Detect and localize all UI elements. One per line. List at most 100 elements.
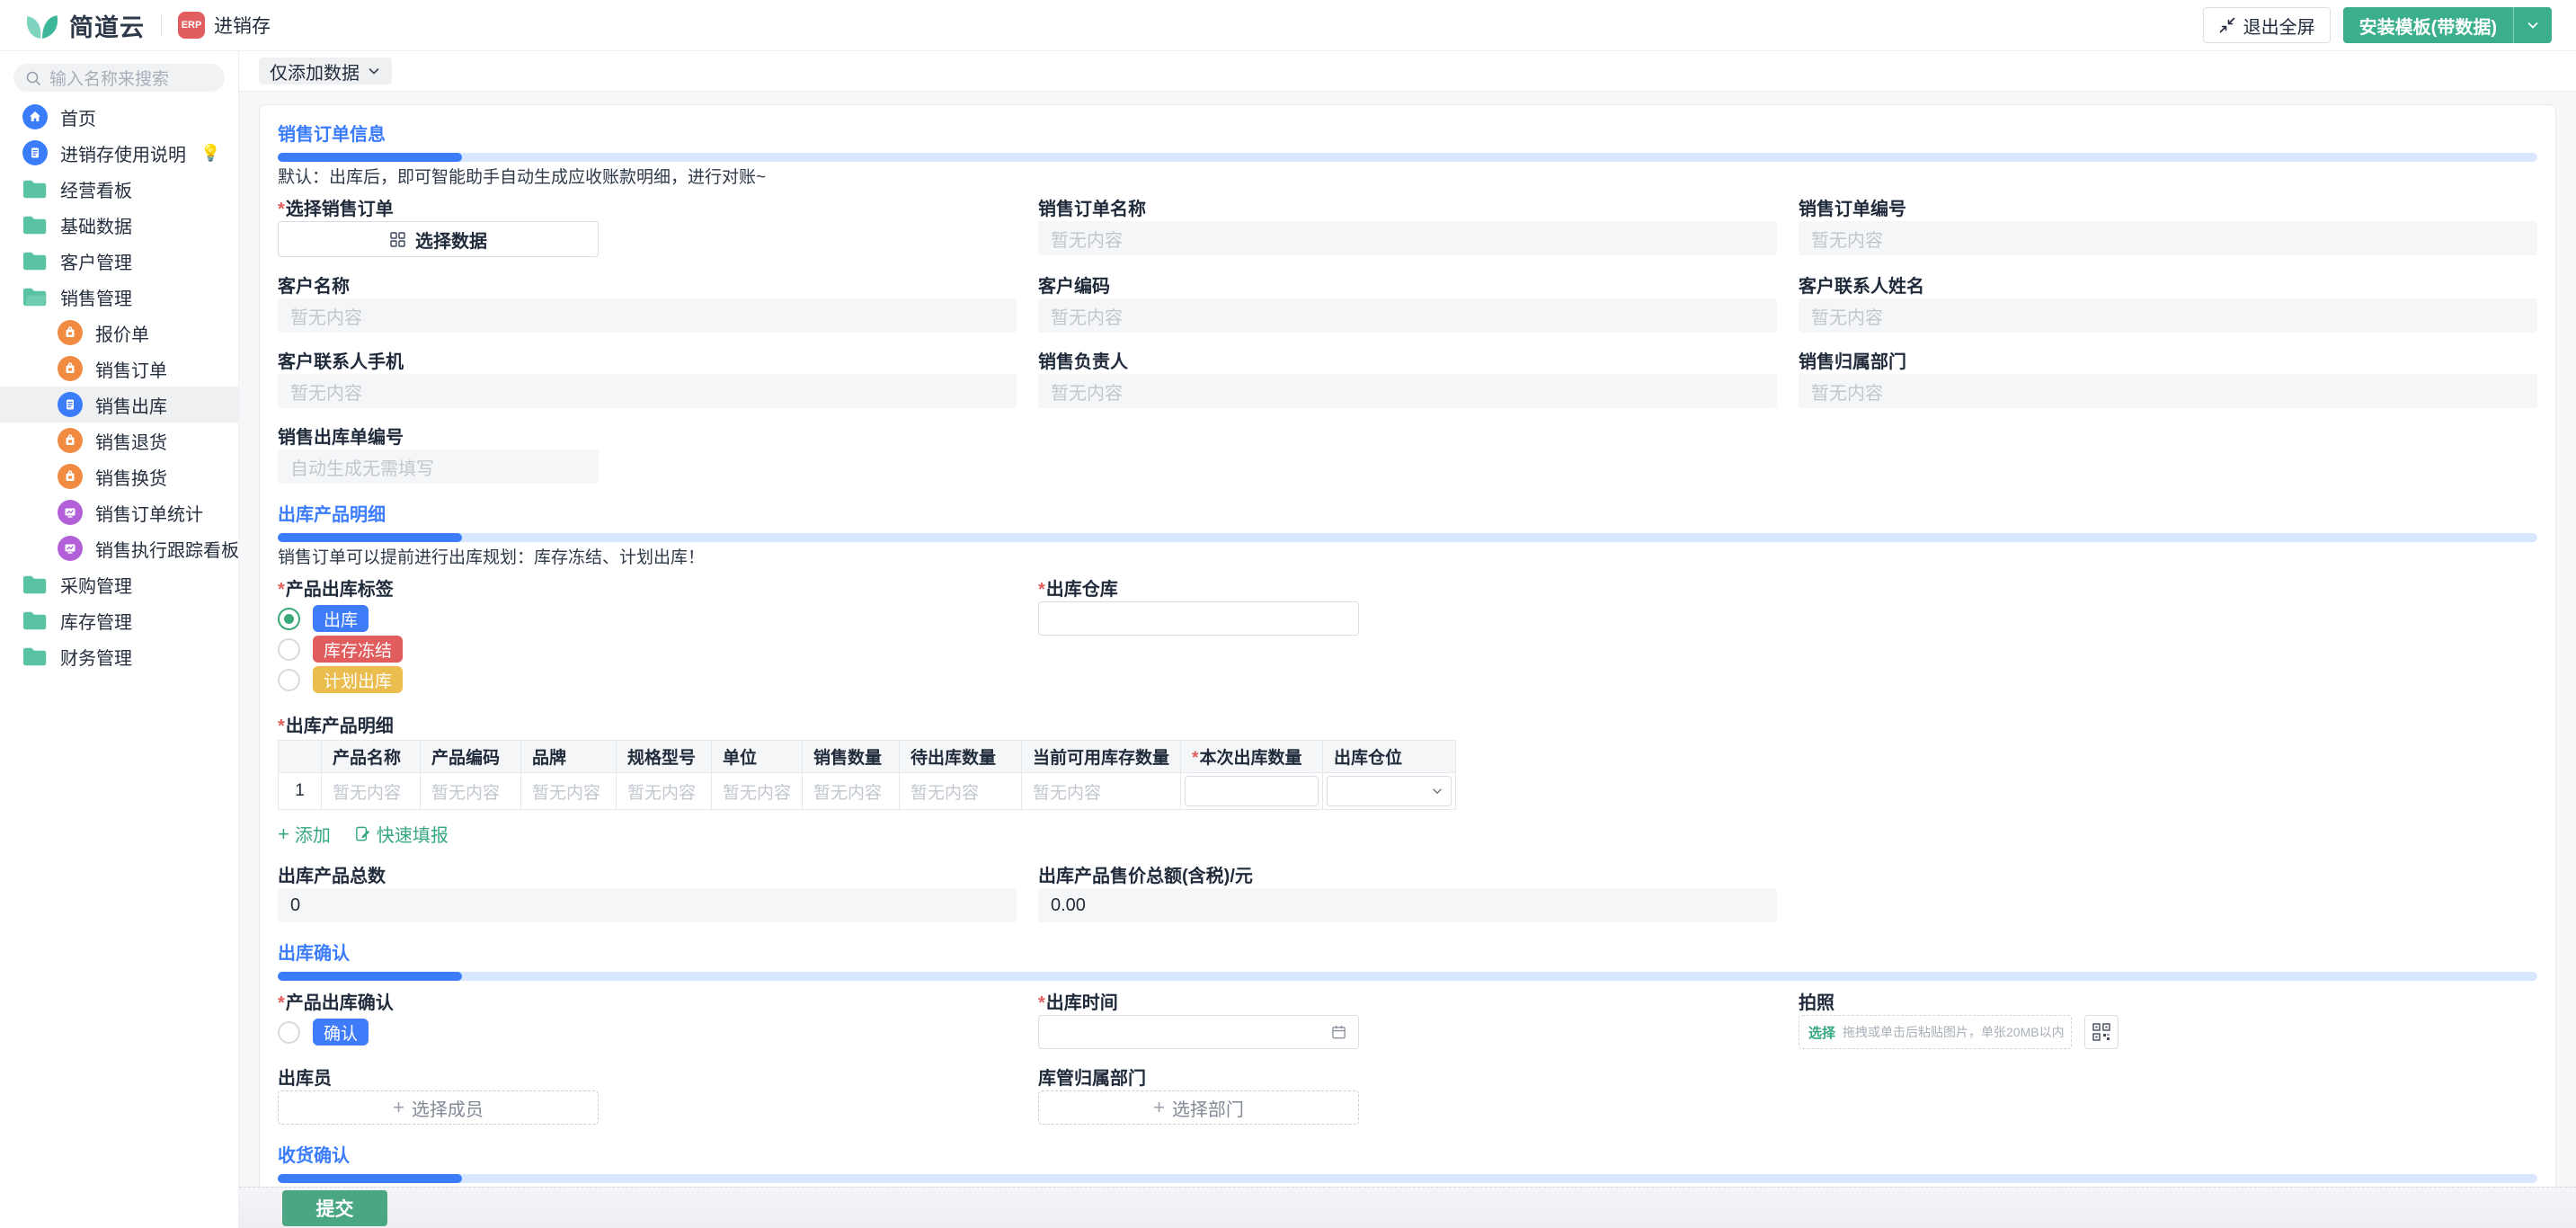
section-title: 收货确认: [278, 1146, 2537, 1167]
upload-hint: 拖拽或单击后粘贴图片，单张20MB以内: [1843, 1023, 2065, 1041]
order-name-input: 暂无内容: [1038, 221, 1777, 255]
sidebar-item-home[interactable]: 首页: [0, 99, 238, 135]
radio-option-outbound[interactable]: 出库: [278, 605, 1017, 632]
add-data-mode-button[interactable]: 仅添加数据: [259, 58, 392, 85]
field-customer-name: 客户名称 暂无内容: [278, 277, 1017, 333]
chart-dashboard-icon: [58, 536, 83, 561]
table-header-row: 产品名称 产品编码 品牌 规格型号 单位 销售数量 待出库数量 当前可用库存数量…: [279, 741, 1456, 773]
sidebar-item-order-stats[interactable]: 销售订单统计: [0, 494, 238, 530]
plus-icon: +: [1153, 1099, 1165, 1117]
outbound-time-input[interactable]: [1038, 1015, 1359, 1049]
folder-icon: [22, 646, 48, 666]
cell-pending-qty: 暂无内容: [900, 773, 1022, 810]
folder-icon: [22, 574, 48, 594]
submit-button[interactable]: 提交: [282, 1190, 387, 1226]
radio-unchecked-icon[interactable]: [278, 669, 300, 691]
qr-scan-button[interactable]: [2084, 1015, 2119, 1049]
sidebar-item-inventory-mgmt[interactable]: 库存管理: [0, 602, 238, 638]
sidebar-search-input[interactable]: 输入名称来搜索: [13, 64, 225, 92]
app-logo[interactable]: 简道云: [24, 8, 145, 43]
chevron-down-icon: [367, 64, 381, 78]
total-count-input: 0: [278, 888, 1017, 922]
cell-available-stock: 暂无内容: [1022, 773, 1181, 810]
field-order-no: 销售订单编号 暂无内容: [1799, 200, 2537, 257]
chevron-down-icon: [2526, 18, 2540, 32]
section-description: 默认：出库后，即可智能助手自动生成应收账款明细，进行对账~: [278, 169, 2537, 187]
cell-spec: 暂无内容: [617, 773, 712, 810]
radio-option-stock-freeze[interactable]: 库存冻结: [278, 636, 1017, 663]
field-outbound-check: 产品出库确认 确认: [278, 993, 1017, 1049]
total-amount-input: 0.00: [1038, 888, 1777, 922]
sidebar-item-business-dashboard[interactable]: 经营看板: [0, 171, 238, 207]
quick-fill-button[interactable]: 快速填报: [354, 821, 449, 847]
field-warehouse: 出库仓库: [1038, 580, 1777, 697]
install-template-button[interactable]: 安装模板(带数据): [2343, 7, 2552, 43]
sidebar-item-exec-tracking-dashboard[interactable]: 销售执行跟踪看板: [0, 530, 238, 566]
field-sales-owner: 销售负责人 暂无内容: [1038, 352, 1777, 408]
select-data-button[interactable]: 选择数据: [278, 221, 599, 257]
section-outbound-confirm: 出库确认 产品出库确认 确认 出库时间: [278, 944, 2537, 1125]
sidebar-item-base-data[interactable]: 基础数据: [0, 207, 238, 243]
sidebar-item-quotation[interactable]: 报价单: [0, 315, 238, 351]
radio-checked-icon[interactable]: [278, 608, 300, 630]
section-progress-bar: [278, 972, 2537, 981]
contact-name-input: 暂无内容: [1799, 298, 2537, 333]
row-index: 1: [279, 773, 322, 810]
upload-select-label[interactable]: 选择: [1808, 1023, 1835, 1042]
form-toolbar: 仅添加数据: [239, 51, 2576, 92]
field-contact-phone: 客户联系人手机 暂无内容: [278, 352, 1017, 408]
customer-name-input: 暂无内容: [278, 298, 1017, 333]
sidebar-menu: 首页 进销存使用说明 💡 经营看板 基础数据 客户管理 销售管理: [0, 99, 238, 674]
select-member-button[interactable]: + 选择成员: [278, 1090, 599, 1125]
section-order-info: 销售订单信息 默认：出库后，即可智能助手自动生成应收账款明细，进行对账~ 选择销…: [278, 125, 2537, 484]
sidebar-item-sales-exchange[interactable]: 销售换货: [0, 458, 238, 494]
radio-unchecked-icon[interactable]: [278, 1021, 300, 1044]
install-template-label[interactable]: 安装模板(带数据): [2343, 7, 2513, 43]
add-row-button[interactable]: + 添加: [278, 821, 331, 847]
logo-text: 简道云: [69, 8, 145, 43]
sidebar-item-finance-mgmt[interactable]: 财务管理: [0, 638, 238, 674]
top-bar: 简道云 ERP 进销存 退出全屏 安装模板(带数据): [0, 0, 2576, 51]
divider: [161, 13, 162, 37]
clipboard-icon: [58, 320, 83, 345]
sidebar-item-usage-guide[interactable]: 进销存使用说明 💡: [0, 135, 238, 171]
outbound-qty-input[interactable]: [1185, 776, 1319, 806]
select-data-icon: [389, 231, 406, 248]
field-outbound-tag: 产品出库标签 出库 库存冻结: [278, 580, 1017, 697]
folder-icon: [22, 251, 48, 271]
radio-option-confirm[interactable]: 确认: [278, 1019, 1017, 1046]
sidebar-item-purchase-mgmt[interactable]: 采购管理: [0, 566, 238, 602]
form-footer: 提交: [239, 1187, 2576, 1228]
outbound-tag-radio-group: 出库 库存冻结 计划出库: [278, 601, 1017, 693]
table-row: 1 暂无内容 暂无内容 暂无内容 暂无内容 暂无内容 暂无内容 暂无内容 暂无内…: [279, 773, 1456, 810]
chevron-down-icon: [1431, 785, 1443, 797]
lightbulb-icon: 💡: [200, 144, 220, 163]
form-card: 销售订单信息 默认：出库后，即可智能助手自动生成应收账款明细，进行对账~ 选择销…: [259, 104, 2556, 1228]
field-sales-dept: 销售归属部门 暂无内容: [1799, 352, 2537, 408]
search-placeholder: 输入名称来搜索: [49, 66, 169, 90]
field-outbound-no: 销售出库单编号 自动生成无需填写: [278, 428, 1017, 484]
folder-icon: [22, 215, 48, 235]
chart-dashboard-icon: [58, 500, 83, 525]
sidebar-item-sales-outbound[interactable]: 销售出库: [0, 387, 238, 423]
quick-fill-icon: [354, 825, 371, 842]
radio-unchecked-icon[interactable]: [278, 638, 300, 661]
select-department-button[interactable]: + 选择部门: [1038, 1090, 1359, 1125]
search-icon: [24, 69, 42, 87]
sidebar-item-sales-order[interactable]: 销售订单: [0, 351, 238, 387]
radio-option-planned-outbound[interactable]: 计划出库: [278, 666, 1017, 693]
folder-open-icon: [22, 287, 48, 307]
photo-upload-dropzone[interactable]: 选择 拖拽或单击后粘贴图片，单张20MB以内: [1799, 1015, 2072, 1049]
warehouse-slot-select[interactable]: [1327, 776, 1452, 806]
warehouse-input[interactable]: [1038, 601, 1359, 636]
sidebar-item-sales-mgmt[interactable]: 销售管理: [0, 279, 238, 315]
sidebar-item-customer-mgmt[interactable]: 客户管理: [0, 243, 238, 279]
product-detail-table: 产品名称 产品编码 品牌 规格型号 单位 销售数量 待出库数量 当前可用库存数量…: [278, 740, 1456, 810]
order-no-input: 暂无内容: [1799, 221, 2537, 255]
clipboard-icon: [58, 464, 83, 489]
exit-fullscreen-button[interactable]: 退出全屏: [2203, 7, 2331, 43]
section-progress-bar: [278, 1174, 2537, 1183]
install-dropdown-caret[interactable]: [2514, 7, 2552, 43]
sidebar-item-sales-return[interactable]: 销售退货: [0, 423, 238, 458]
section-description: 销售订单可以提前进行出库规划：库存冻结、计划出库！: [278, 549, 2537, 567]
